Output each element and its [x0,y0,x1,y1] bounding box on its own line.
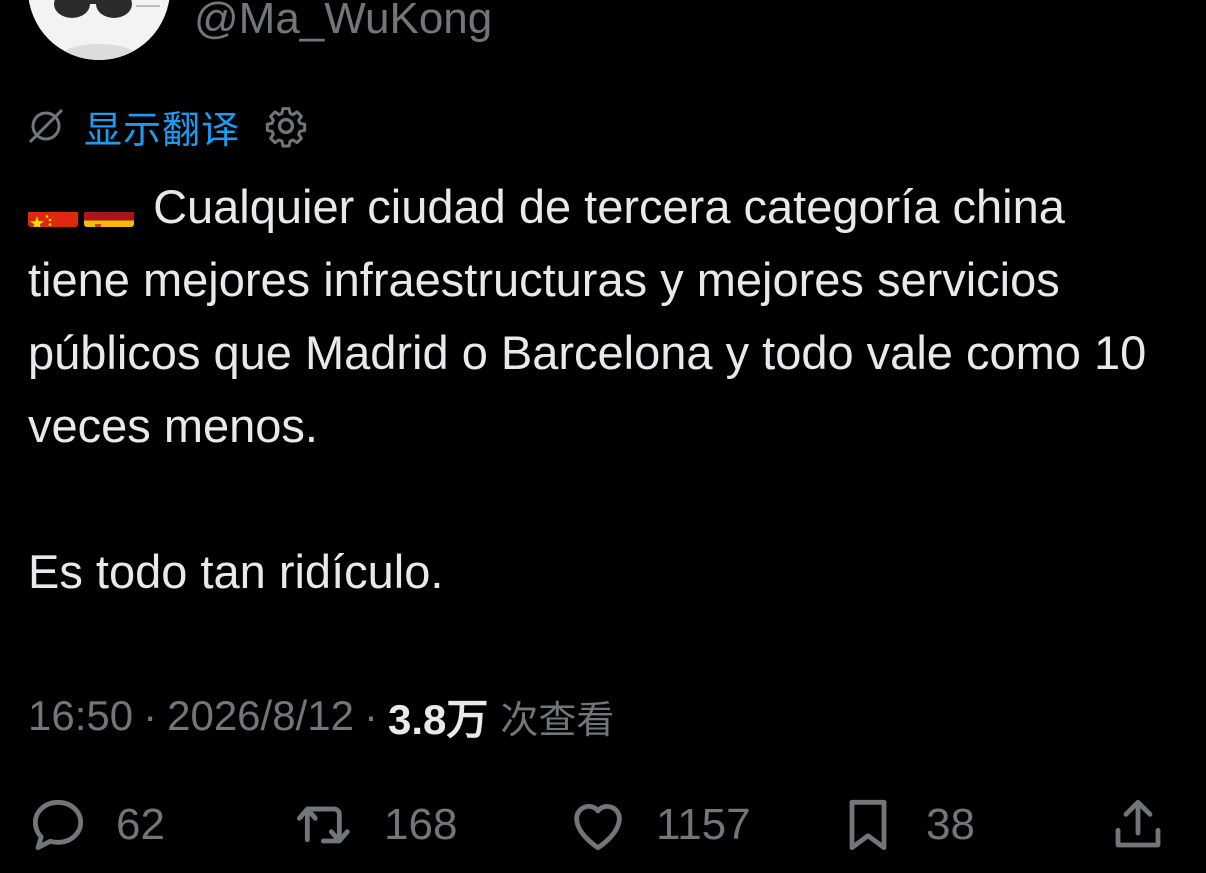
views-label: 次查看 [500,697,615,742]
tweet-date[interactable]: 2026/8/12 [167,692,354,740]
heart-icon [574,804,622,851]
reply-icon [32,799,84,851]
reply-count: 62 [116,800,165,849]
like-button[interactable]: 1157 [566,790,751,860]
retweet-button[interactable]: 168 [294,790,457,860]
show-translation-link[interactable]: 显示翻译 [84,99,240,154]
tweet-paragraph-1: Cualquier ciudad de tercera categoría ch… [28,170,1178,462]
user-handle[interactable]: @Ma_WuKong [194,0,492,44]
share-icon [1115,799,1161,848]
tweet-paragraph-1-text: Cualquier ciudad de tercera categoría ch… [28,180,1147,452]
like-count: 1157 [656,800,751,849]
meta-separator: · [143,692,158,739]
bookmark-count: 38 [926,800,975,849]
share-button[interactable] [1106,790,1170,860]
retweet-icon [296,806,350,844]
translate-row: 显示翻译 [26,102,308,152]
action-bar: 62 168 1157 38 [0,790,1206,860]
tweet-paragraph-2: Es todo tan ridículo. [28,545,444,598]
bookmark-button[interactable]: 38 [836,790,975,860]
retweet-count: 168 [384,800,458,849]
avatar[interactable] [28,0,170,60]
meta-separator: · [363,692,378,739]
china-flag-icon [28,193,78,227]
spain-flag-icon [84,193,134,227]
no-translate-icon [26,106,66,146]
reply-button[interactable]: 62 [26,790,165,860]
gear-icon[interactable] [264,104,308,148]
tweet-meta: 16:50 · 2026/8/12 · 3.8万 次查看 [28,688,614,744]
views-count[interactable]: 3.8万 [388,686,488,747]
tweet-time[interactable]: 16:50 [28,692,133,740]
avatar-image [28,0,170,60]
bookmark-icon [849,799,887,851]
tweet-text: Cualquier ciudad de tercera categoría ch… [28,170,1178,608]
